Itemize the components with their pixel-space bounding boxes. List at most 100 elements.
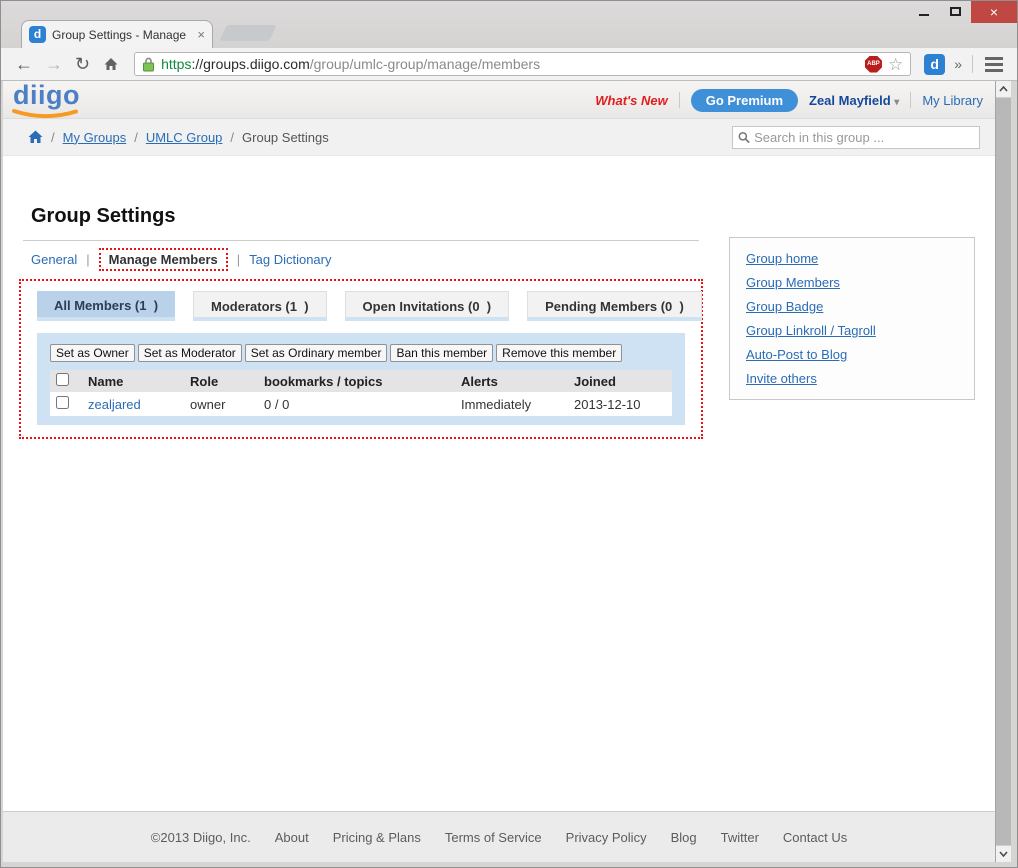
settings-tabs: General | Manage Members | Tag Dictionar… <box>31 248 332 271</box>
tab-all-members[interactable]: All Members (1 ) <box>37 291 176 321</box>
set-as-owner-button[interactable]: Set as Owner <box>50 344 135 362</box>
annotation-highlight-box: All Members (1 ) Moderators (1 ) Open In… <box>19 279 703 439</box>
chevron-up-icon <box>999 86 1008 92</box>
tab-close-icon[interactable]: × <box>197 27 205 42</box>
group-search <box>732 126 980 149</box>
sidebar-auto-post-to-blog[interactable]: Auto-Post to Blog <box>746 347 958 362</box>
extensions-overflow-icon[interactable]: » <box>954 56 962 72</box>
members-table: Name Role bookmarks / topics Alerts Join… <box>50 370 672 416</box>
member-alerts: Immediately <box>455 392 568 416</box>
diigo-favicon-icon: d <box>29 26 46 43</box>
footer-about[interactable]: About <box>275 830 309 845</box>
member-name-link[interactable]: zealjared <box>88 397 141 412</box>
set-as-ordinary-member-button[interactable]: Set as Ordinary member <box>244 344 388 362</box>
title-divider <box>23 240 699 241</box>
browser-tab[interactable]: d Group Settings - Manage × <box>21 20 213 48</box>
title-bar: d Group Settings - Manage × × <box>1 1 1017 48</box>
tab-open-invitations[interactable]: Open Invitations (0 ) <box>344 291 510 321</box>
member-actions: Set as Owner Set as Moderator Set as Ordin… <box>37 333 685 362</box>
breadcrumb: / My Groups / UMLC Group / Group Setting… <box>3 119 995 156</box>
user-menu[interactable]: Zeal Mayfield ▾ <box>809 93 899 108</box>
footer-pricing-plans[interactable]: Pricing & Plans <box>333 830 421 845</box>
breadcrumb-my-groups[interactable]: My Groups <box>63 130 127 145</box>
footer-privacy-policy[interactable]: Privacy Policy <box>566 830 647 845</box>
forward-icon[interactable]: → <box>45 55 63 73</box>
back-icon[interactable]: ← <box>15 55 33 73</box>
header-divider <box>678 92 680 108</box>
sidebar-invite-others[interactable]: Invite others <box>746 371 958 386</box>
sidebar-group-badge[interactable]: Group Badge <box>746 299 958 314</box>
breadcrumb-current: Group Settings <box>242 129 329 145</box>
member-joined: 2013-12-10 <box>568 392 672 416</box>
menu-icon[interactable] <box>985 56 1003 72</box>
copyright-text: ©2013 Diigo, Inc. <box>150 829 251 845</box>
remove-this-member-button[interactable]: Remove this member <box>496 344 623 362</box>
chevron-down-icon: ▾ <box>894 96 900 108</box>
diigo-logo[interactable]: diigo <box>13 81 80 111</box>
whats-new-link[interactable]: What's New <box>595 93 667 108</box>
page-content: diigo What's New Go Premium Zeal Mayfiel… <box>3 81 995 862</box>
row-checkbox[interactable] <box>56 396 69 409</box>
column-header-bookmarks: bookmarks / topics <box>258 370 455 392</box>
new-tab-button[interactable] <box>219 25 277 41</box>
member-tabs: All Members (1 ) Moderators (1 ) Open In… <box>37 291 702 321</box>
tab-moderators[interactable]: Moderators (1 ) <box>193 291 327 321</box>
window-controls: × <box>909 1 1017 23</box>
toolbar-divider <box>972 55 973 73</box>
tab-general[interactable]: General <box>31 252 77 267</box>
diigo-logo-swoosh-icon <box>12 109 78 119</box>
minimize-icon <box>919 14 929 16</box>
column-header-joined: Joined <box>568 370 672 392</box>
set-as-moderator-button[interactable]: Set as Moderator <box>137 344 242 362</box>
adblock-icon[interactable]: ABP <box>864 55 882 73</box>
maximize-button[interactable] <box>939 1 971 21</box>
maximize-icon <box>949 6 961 16</box>
column-header-name: Name <box>82 370 184 392</box>
column-header-alerts: Alerts <box>455 370 568 392</box>
footer-contact-us[interactable]: Contact Us <box>783 830 847 845</box>
scroll-down-button[interactable] <box>996 845 1011 862</box>
go-premium-button[interactable]: Go Premium <box>690 88 799 112</box>
tab-tag-dictionary[interactable]: Tag Dictionary <box>249 252 331 267</box>
column-header-role: Role <box>184 370 258 392</box>
close-button[interactable]: × <box>971 1 1017 23</box>
bookmark-star-icon[interactable]: ☆ <box>888 56 903 73</box>
tab-separator: | <box>86 252 90 267</box>
chevron-down-icon <box>999 851 1008 857</box>
my-library-link[interactable]: My Library <box>922 93 983 108</box>
browser-home-icon[interactable] <box>103 56 119 72</box>
search-icon <box>738 132 750 144</box>
diigo-extension-icon[interactable]: d <box>924 53 946 75</box>
ban-this-member-button[interactable]: Ban this member <box>390 344 494 362</box>
sidebar-group-home[interactable]: Group home <box>746 251 958 266</box>
footer-terms-of-service[interactable]: Terms of Service <box>445 830 542 845</box>
select-all-checkbox[interactable] <box>56 373 69 386</box>
minimize-button[interactable] <box>909 1 939 21</box>
search-input[interactable] <box>754 130 974 145</box>
footer-twitter[interactable]: Twitter <box>721 830 759 845</box>
reload-icon[interactable]: ↻ <box>75 55 90 73</box>
scroll-up-button[interactable] <box>996 81 1011 98</box>
tab-pending-members[interactable]: Pending Members (0 ) <box>527 291 702 321</box>
home-icon[interactable] <box>28 130 43 144</box>
page-title: Group Settings <box>31 205 176 227</box>
member-bookmarks-topics: 0 / 0 <box>258 392 455 416</box>
header-divider <box>910 92 912 108</box>
footer-blog[interactable]: Blog <box>671 830 697 845</box>
member-role: owner <box>184 392 258 416</box>
table-header-row: Name Role bookmarks / topics Alerts Join… <box>50 370 672 392</box>
lock-icon <box>143 57 155 71</box>
tab-title: Group Settings - Manage <box>52 27 187 42</box>
tab-manage-members[interactable]: Manage Members <box>98 248 228 271</box>
sidebar-group-members[interactable]: Group Members <box>746 275 958 290</box>
table-row: zealjared owner 0 / 0 Immediately 2013-1… <box>50 392 672 416</box>
members-panel: Set as Owner Set as Moderator Set as Ordin… <box>37 333 685 425</box>
url-text: https://groups.diigo.com/group/umlc-grou… <box>161 56 541 72</box>
breadcrumb-group[interactable]: UMLC Group <box>146 130 223 145</box>
page-footer: ©2013 Diigo, Inc. About Pricing & Plans … <box>3 811 995 862</box>
vertical-scrollbar[interactable] <box>995 81 1011 862</box>
browser-toolbar: ← → ↻ https://groups.diigo.com/group/uml… <box>1 48 1017 81</box>
url-bar[interactable]: https://groups.diigo.com/group/umlc-grou… <box>134 52 912 76</box>
header-nav: What's New Go Premium Zeal Mayfield ▾ My… <box>595 81 983 119</box>
sidebar-group-linkroll-tagroll[interactable]: Group Linkroll / Tagroll <box>746 323 958 338</box>
